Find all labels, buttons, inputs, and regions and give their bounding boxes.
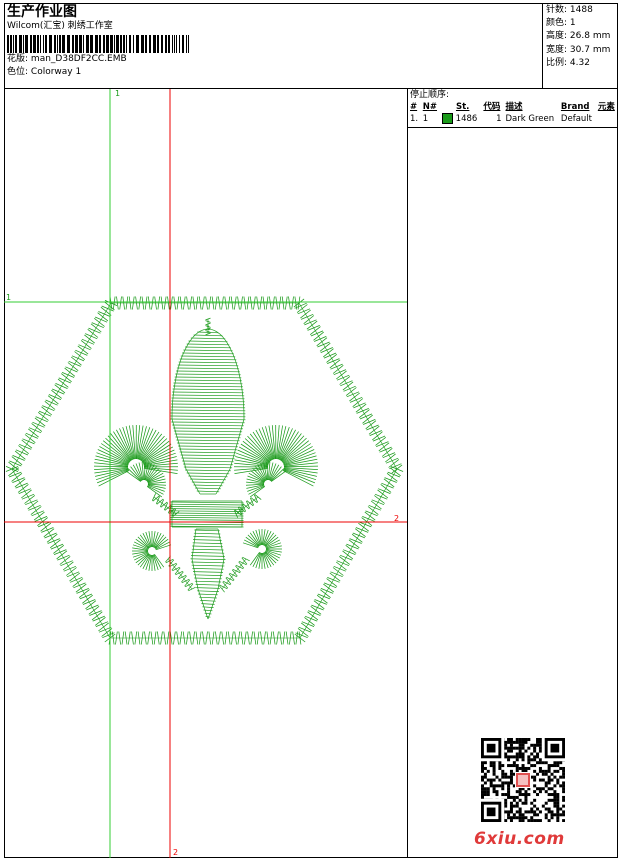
sequence-divider: [408, 127, 618, 128]
colorway-row: 色位: Colorway 1: [7, 66, 189, 79]
stitch-count: 1486: [455, 114, 478, 124]
stat-value: 30.7 mm: [569, 44, 611, 55]
stat-value: 1: [569, 18, 576, 29]
sequence-title: 停止顺序:: [410, 90, 450, 100]
row-brand: Default: [560, 114, 592, 124]
stat-value: 26.8 mm: [569, 31, 611, 42]
watermark-logo: 6xiu.com: [474, 829, 565, 849]
stat-width: 宽度: 30.7 mm: [546, 44, 618, 57]
colorway-label: 色位:: [7, 67, 29, 77]
row-n: 1: [422, 114, 429, 124]
stat-label: 针数:: [546, 5, 568, 15]
row-element: [596, 113, 618, 126]
stitch-layer: [5, 296, 404, 645]
stat-height: 高度: 26.8 mm: [546, 30, 618, 43]
barcode: [7, 35, 189, 53]
guide-label-red-h: 2: [394, 514, 399, 523]
stat-label: 颜色:: [546, 18, 568, 29]
row-num: 1.: [410, 114, 419, 124]
colorway-name: Colorway 1: [30, 67, 82, 77]
studio-name: Wilcom(汇宝) 刺绣工作室: [7, 21, 113, 31]
stat-label: 宽度:: [546, 44, 568, 55]
stat-label: 比例:: [546, 57, 568, 68]
header: 生产作业图 Wilcom(汇宝) 刺绣工作室 花版: man_D38DF2CC.…: [4, 3, 618, 89]
guide-label-red-v: 2: [173, 848, 178, 857]
sequence-table: # N# St. 代码 描述 Brand 元素 1. 1 1486 1 Dark…: [408, 101, 618, 126]
stat-scale: 比例: 4.32: [546, 57, 618, 70]
stats-box: 针数: 1488 颜色: 1 高度: 26.8 mm 宽度: 30.7 mm 比…: [542, 3, 618, 89]
col-n: N#: [422, 102, 438, 112]
row-desc: Dark Green: [505, 114, 555, 124]
stat-value: 1488: [569, 5, 593, 15]
design-row: 花版: man_D38DF2CC.EMB: [7, 53, 189, 66]
design-canvas[interactable]: 1 1 2 2: [4, 89, 408, 858]
page-title: 生产作业图: [7, 4, 77, 20]
sequence-header-row: # N# St. 代码 描述 Brand 元素: [408, 101, 618, 113]
stat-stitches: 针数: 1488: [546, 4, 618, 17]
embroidery-design: 1 1 2 2: [4, 89, 407, 858]
color-swatch: [441, 113, 453, 124]
design-label: 花版:: [7, 54, 29, 64]
table-row[interactable]: 1. 1 1486 1 Dark Green Default: [408, 113, 618, 126]
stat-value: 4.32: [569, 57, 590, 68]
col-code: 代码: [483, 102, 501, 112]
guide-label-green-h: 1: [6, 293, 11, 302]
guide-label-green-v: 1: [115, 89, 120, 98]
stat-label: 高度:: [546, 31, 568, 42]
col-brand: Brand: [560, 102, 590, 112]
design-name: man_D38DF2CC.EMB: [30, 54, 127, 64]
col-desc: 描述: [505, 102, 523, 112]
header-info: 生产作业图 Wilcom(汇宝) 刺绣工作室 花版: man_D38DF2CC.…: [7, 4, 189, 79]
col-stitches: St.: [455, 102, 470, 112]
col-num: #: [410, 102, 418, 112]
row-stitches: 1486: [440, 113, 481, 126]
qr-code: [481, 738, 565, 822]
col-element: 元素: [597, 102, 615, 112]
stat-colors: 颜色: 1: [546, 17, 618, 30]
row-code: 1: [496, 114, 502, 124]
